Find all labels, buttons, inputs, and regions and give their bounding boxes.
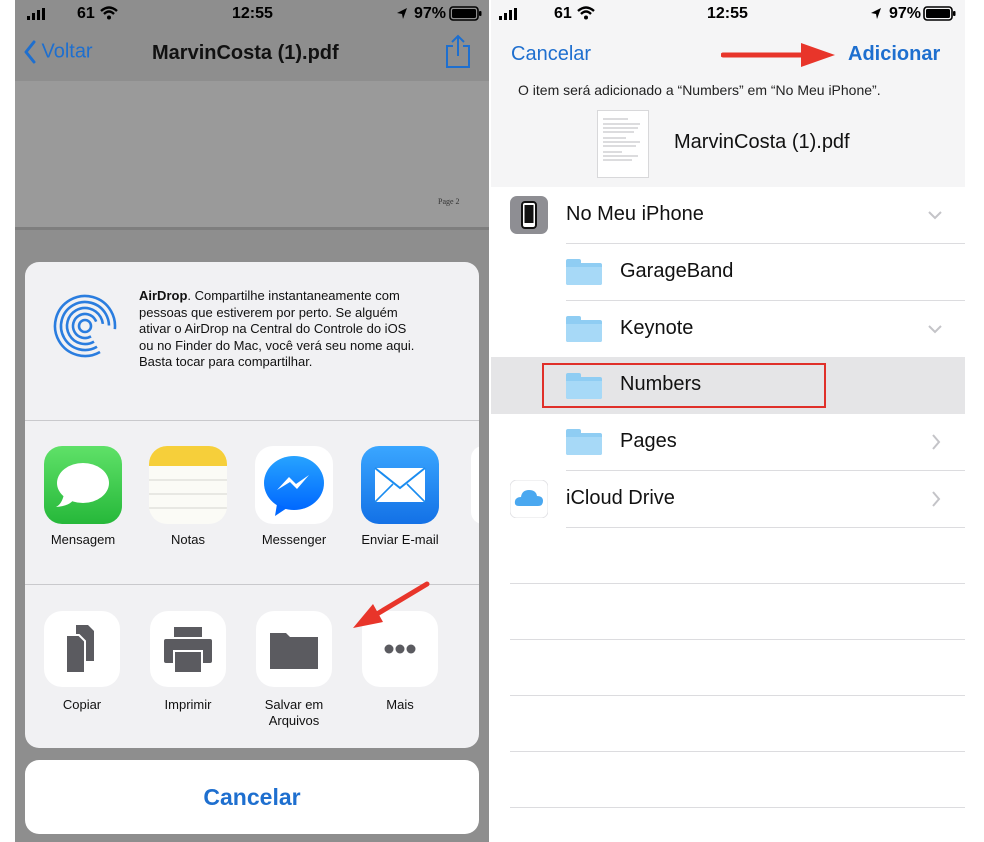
wifi-icon — [577, 6, 595, 20]
clock: 12:55 — [707, 5, 748, 22]
clock: 12:55 — [232, 5, 273, 22]
chevron-down-icon — [928, 211, 942, 220]
destination-info: O item será adicionado a “Numbers” em “N… — [518, 82, 881, 98]
notes-icon — [149, 446, 227, 524]
separator — [566, 527, 965, 528]
red-arrow-annotation — [353, 581, 430, 628]
share-icon[interactable] — [444, 34, 472, 70]
back-button[interactable]: Voltar — [23, 40, 93, 64]
more-apps-peek — [471, 446, 479, 524]
app-notes[interactable]: Notas — [143, 446, 233, 547]
separator — [510, 695, 965, 696]
action-label: Imprimir — [164, 697, 212, 712]
folder-icon — [566, 259, 602, 285]
cancel-button[interactable]: Cancelar — [25, 760, 479, 834]
chevron-right-icon — [932, 491, 941, 507]
action-label: Arquivos — [268, 713, 320, 728]
airdrop-icon[interactable] — [53, 294, 117, 358]
action-print[interactable]: Imprimir — [143, 611, 233, 713]
save-to-files-screen: 61 12:55 97% Cancelar Adicionar O item s… — [491, 0, 965, 842]
location-list: No Meu iPhone GarageBand Keynote Numbers — [491, 187, 965, 842]
location-label: No Meu iPhone — [566, 203, 704, 225]
battery-percent: 97% — [414, 5, 447, 22]
folder-icon — [566, 316, 602, 342]
location-row-numbers[interactable]: Numbers — [491, 357, 965, 414]
app-mail[interactable]: Enviar E-mail — [355, 446, 445, 547]
app-label: Enviar E-mail — [361, 532, 439, 547]
carrier-label: 61 — [77, 5, 95, 22]
separator — [510, 751, 965, 752]
location-label: Pages — [620, 430, 677, 452]
location-label: Keynote — [620, 317, 694, 339]
file-name: MarvinCosta (1).pdf — [674, 131, 850, 153]
location-row-on-my-iphone[interactable]: No Meu iPhone — [491, 187, 965, 243]
separator — [510, 639, 965, 640]
location-arrow-icon — [871, 8, 881, 19]
airdrop-title: AirDrop — [139, 288, 188, 303]
separator — [510, 807, 965, 808]
battery-icon — [923, 6, 956, 21]
page-divider — [15, 227, 489, 230]
battery-percent: 97% — [889, 5, 922, 22]
action-label: Copiar — [62, 697, 102, 712]
highlight-box-annotation — [542, 363, 826, 408]
cancel-label: Cancelar — [203, 784, 301, 810]
divider — [25, 420, 479, 421]
iphone-icon — [510, 196, 548, 234]
location-row-icloud-drive[interactable]: iCloud Drive — [491, 471, 965, 527]
app-label: Messenger — [261, 532, 327, 547]
action-label: Salvar em — [264, 697, 324, 712]
app-messages[interactable]: Mensagem — [38, 446, 128, 547]
location-row-garageband[interactable]: GarageBand — [491, 244, 965, 300]
wifi-icon — [100, 6, 118, 20]
chevron-left-icon — [24, 40, 36, 64]
carrier-label: 61 — [554, 5, 572, 22]
page-number: Page 2 — [438, 197, 460, 206]
print-icon — [150, 611, 226, 687]
action-label: Mais — [386, 697, 414, 712]
copy-icon — [44, 611, 120, 687]
cancel-button[interactable]: Cancelar — [511, 43, 591, 66]
location-arrow-icon — [397, 8, 407, 19]
messenger-icon — [255, 446, 333, 524]
page-title: MarvinCosta (1).pdf — [152, 42, 339, 64]
signal-icon — [27, 8, 45, 20]
status-bar: 61 12:55 97% — [15, 0, 489, 28]
messages-icon — [44, 446, 122, 524]
separator — [510, 583, 965, 584]
chevron-right-icon — [932, 434, 941, 450]
folder-icon — [566, 429, 602, 455]
location-label: GarageBand — [620, 260, 734, 282]
folder-icon — [256, 611, 332, 687]
back-label: Voltar — [41, 40, 93, 63]
file-thumbnail — [597, 110, 649, 178]
app-messenger[interactable]: Messenger — [249, 446, 339, 547]
battery-icon — [449, 6, 482, 21]
app-label: Notas — [171, 532, 205, 547]
signal-icon — [499, 8, 517, 20]
mail-icon — [361, 446, 439, 524]
action-save-to-files[interactable]: Salvar em Arquivos — [249, 611, 339, 729]
add-button[interactable]: Adicionar — [848, 43, 940, 66]
share-sheet-screen: 61 12:55 97% Voltar MarvinCosta (1).pdf — [15, 0, 489, 842]
action-copy[interactable]: Copiar — [37, 611, 127, 713]
app-label: Mensagem — [50, 532, 116, 547]
location-row-keynote[interactable]: Keynote — [491, 301, 965, 357]
icloud-icon — [510, 480, 548, 518]
location-label: iCloud Drive — [566, 487, 675, 509]
status-bar: 61 12:55 97% — [491, 0, 965, 28]
airdrop-description: AirDrop. Compartilhe instantaneamente co… — [139, 288, 415, 369]
chevron-down-icon — [928, 325, 942, 334]
red-arrow-annotation — [721, 43, 835, 67]
nav-bar: Voltar MarvinCosta (1).pdf — [15, 28, 489, 80]
location-row-pages[interactable]: Pages — [491, 414, 965, 470]
pdf-page-preview: Page 2 — [15, 81, 489, 227]
share-sheet: AirDrop. Compartilhe instantaneamente co… — [25, 262, 479, 748]
